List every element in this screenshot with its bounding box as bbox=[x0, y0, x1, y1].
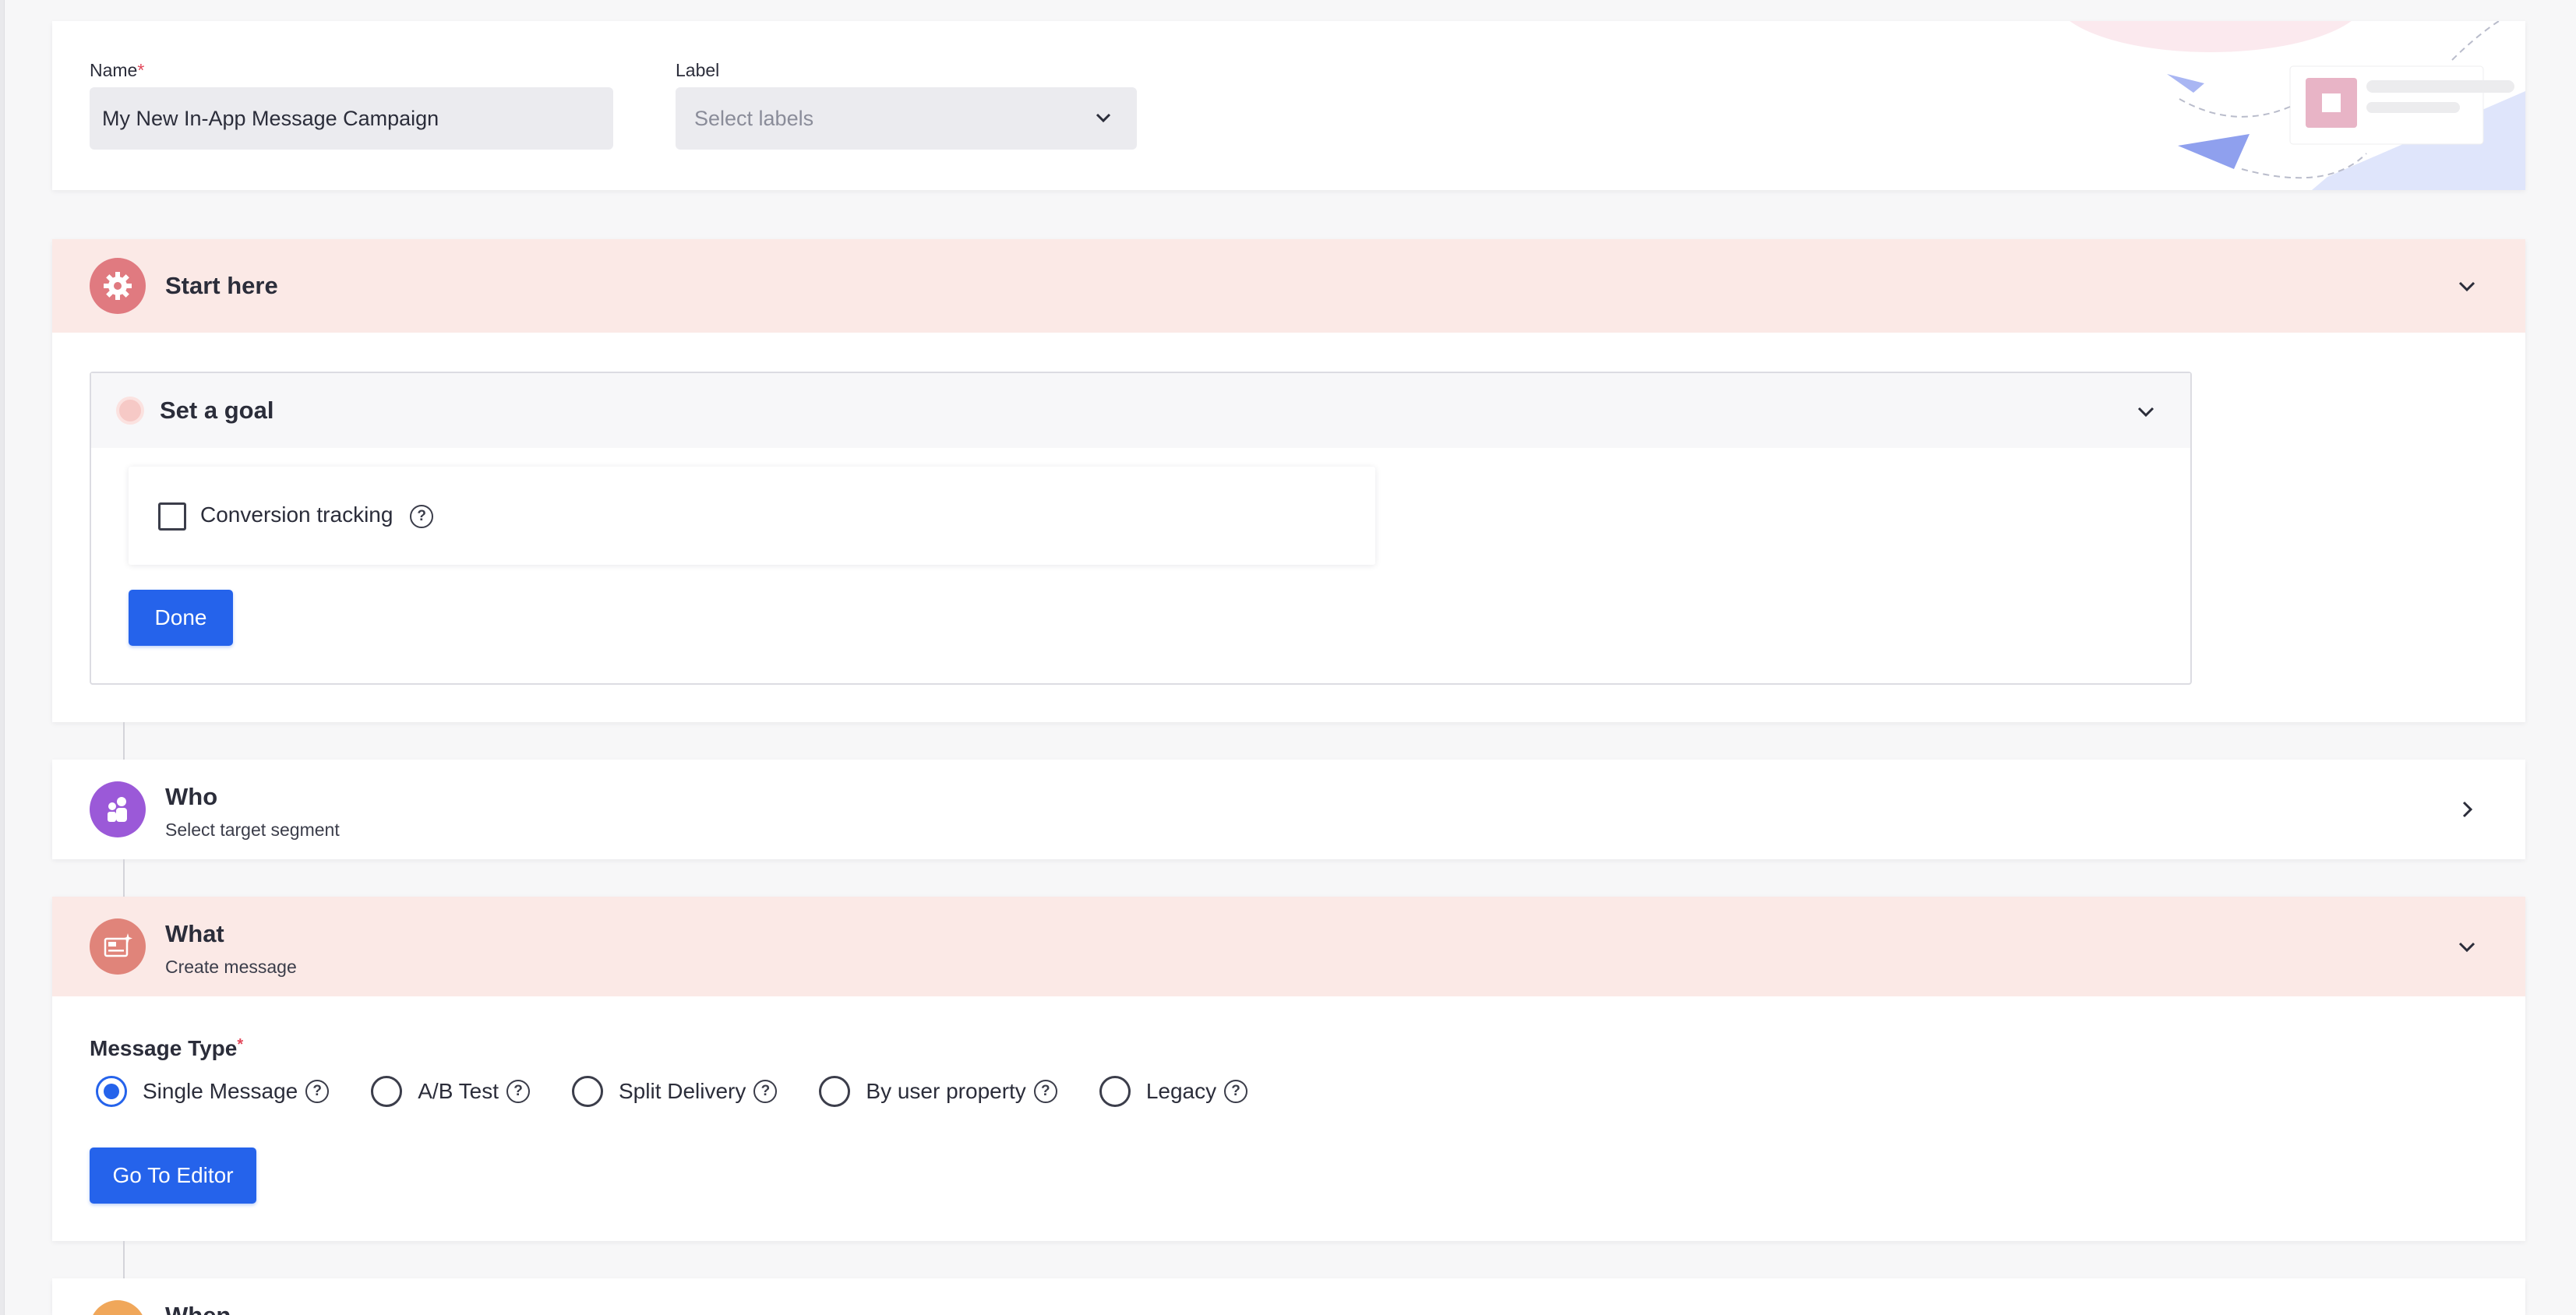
message-type-split-delivery[interactable]: Split Delivery ? bbox=[566, 1076, 778, 1107]
message-type-by-user-property[interactable]: By user property ? bbox=[813, 1076, 1057, 1107]
when-header[interactable]: When bbox=[52, 1278, 2525, 1315]
help-icon[interactable]: ? bbox=[410, 504, 434, 528]
clock-icon bbox=[90, 1300, 146, 1315]
radio-button[interactable] bbox=[572, 1076, 603, 1107]
set-goal-title: Set a goal bbox=[160, 397, 274, 424]
help-icon[interactable]: ? bbox=[305, 1080, 330, 1103]
what-header[interactable]: What Create message bbox=[52, 897, 2525, 996]
required-asterisk: * bbox=[137, 60, 145, 80]
conversion-tracking-label: Conversion tracking ? bbox=[200, 502, 434, 528]
done-button[interactable]: Done bbox=[129, 590, 233, 646]
message-type-label: Message Type* bbox=[90, 1036, 244, 1060]
goal-status-dot bbox=[116, 397, 144, 425]
start-here-header[interactable]: Start here bbox=[52, 239, 2525, 333]
who-subtitle: Select target segment bbox=[165, 820, 340, 840]
start-here-title: Start here bbox=[165, 272, 278, 299]
when-title: When bbox=[165, 1302, 231, 1315]
conversion-tracking-panel: Conversion tracking ? bbox=[129, 467, 1375, 565]
timeline-connector bbox=[123, 1241, 125, 1278]
users-icon bbox=[90, 781, 146, 837]
campaign-name-input[interactable] bbox=[90, 87, 613, 150]
help-icon[interactable]: ? bbox=[1033, 1080, 1057, 1103]
help-icon[interactable]: ? bbox=[1224, 1080, 1248, 1103]
set-goal-header[interactable]: Set a goal bbox=[91, 373, 2190, 448]
radio-button[interactable] bbox=[96, 1076, 127, 1107]
campaign-name-card: Name* Label Select labels bbox=[52, 21, 2525, 190]
radio-button[interactable] bbox=[819, 1076, 851, 1107]
radio-button[interactable] bbox=[1099, 1076, 1131, 1107]
timeline-connector bbox=[123, 859, 125, 897]
chevron-down-icon[interactable] bbox=[2455, 935, 2479, 958]
conversion-tracking-checkbox[interactable] bbox=[158, 502, 186, 531]
label-select[interactable]: Select labels bbox=[676, 87, 1137, 150]
help-icon[interactable]: ? bbox=[506, 1080, 530, 1103]
chevron-right-icon[interactable] bbox=[2455, 798, 2479, 821]
chevron-down-icon[interactable] bbox=[2455, 274, 2479, 298]
message-editor-icon bbox=[90, 918, 146, 975]
radio-button[interactable] bbox=[371, 1076, 403, 1107]
what-title: What bbox=[165, 920, 224, 947]
go-to-editor-button[interactable]: Go To Editor bbox=[90, 1148, 256, 1204]
who-title: Who bbox=[165, 783, 218, 810]
paper-plane-illustration bbox=[2070, 21, 2525, 190]
label-field-label: Label bbox=[676, 60, 720, 80]
help-icon[interactable]: ? bbox=[753, 1080, 778, 1103]
start-here-section: Start here Set a goal Conversion trackin… bbox=[52, 239, 2525, 722]
gear-icon bbox=[90, 258, 146, 314]
what-section: What Create message bbox=[52, 897, 2525, 1241]
chevron-down-icon bbox=[1096, 113, 1111, 123]
name-field-label: Name* bbox=[90, 60, 145, 80]
what-subtitle: Create message bbox=[165, 957, 297, 977]
when-section: When bbox=[52, 1278, 2525, 1315]
set-goal-panel: Set a goal Conversion tracking ? Done bbox=[90, 372, 2192, 685]
chevron-down-icon[interactable] bbox=[2134, 400, 2158, 423]
label-select-placeholder: Select labels bbox=[694, 107, 814, 130]
who-section: Who Select target segment bbox=[52, 760, 2525, 859]
message-type-ab-test[interactable]: A/B Test ? bbox=[365, 1076, 530, 1107]
message-type-options: Single Message ? A/B Test ? Split Delive… bbox=[90, 1075, 1283, 1108]
who-header[interactable]: Who Select target segment bbox=[52, 760, 2525, 859]
message-type-single[interactable]: Single Message ? bbox=[90, 1076, 330, 1107]
message-type-legacy[interactable]: Legacy ? bbox=[1093, 1076, 1248, 1107]
timeline-connector bbox=[123, 722, 125, 760]
left-edge-strip bbox=[0, 0, 5, 1315]
